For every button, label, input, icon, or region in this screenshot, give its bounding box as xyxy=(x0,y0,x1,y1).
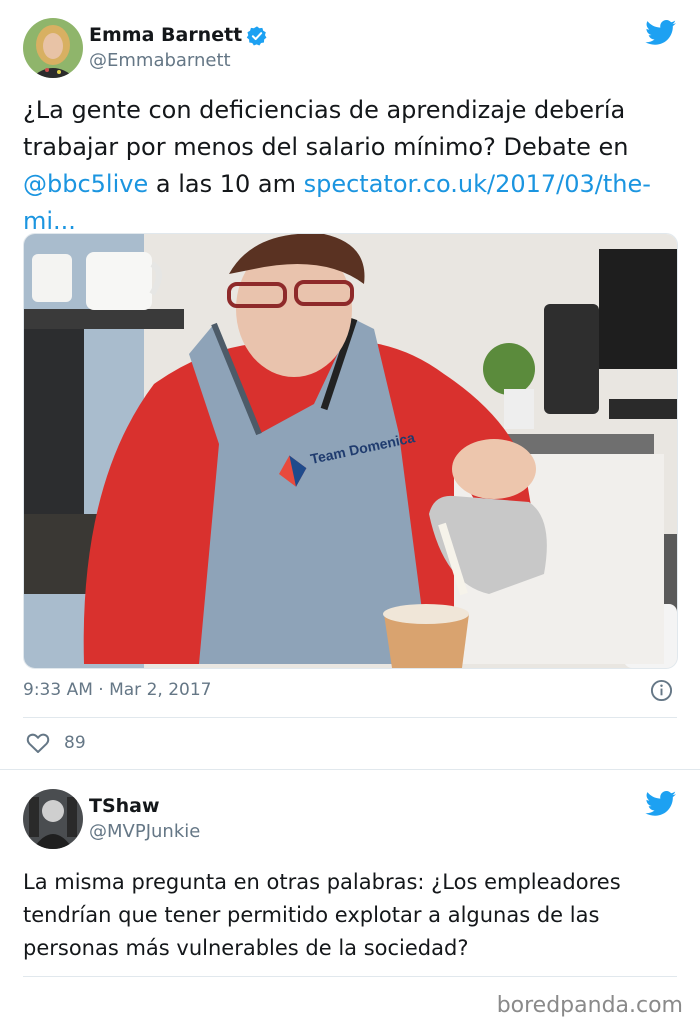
avatar[interactable] xyxy=(23,18,83,78)
verified-badge-icon xyxy=(246,25,268,47)
author-name[interactable]: TShaw xyxy=(89,795,160,817)
tweet-text-body: ¿La gente con deficiencias de aprendizaj… xyxy=(23,96,629,161)
author-handle[interactable]: @Emmabarnett xyxy=(89,50,231,71)
tweet-text: La misma pregunta en otras palabras: ¿Lo… xyxy=(23,870,621,960)
tweet-card: Emma Barnett @Emmabarnett ¿La gente con … xyxy=(0,0,700,770)
tweet-photo[interactable]: Team Domenica xyxy=(23,233,678,669)
tweet-text-body: a las 10 am xyxy=(148,170,304,198)
twitter-bird-icon[interactable] xyxy=(645,791,677,817)
like-count: 89 xyxy=(64,733,86,753)
author-name[interactable]: Emma Barnett xyxy=(89,24,242,46)
tweet-text: ¿La gente con deficiencias de aprendizaj… xyxy=(23,92,673,240)
divider xyxy=(23,717,677,718)
twitter-bird-icon[interactable] xyxy=(645,20,677,46)
heart-icon[interactable] xyxy=(26,732,50,754)
info-icon[interactable] xyxy=(650,679,673,702)
avatar[interactable] xyxy=(23,789,83,849)
tweet-timestamp[interactable]: 9:33 AM · Mar 2, 2017 xyxy=(23,680,211,700)
author-handle[interactable]: @MVPJunkie xyxy=(89,821,200,842)
divider xyxy=(23,976,677,977)
watermark[interactable]: boredpanda.com xyxy=(497,993,683,1018)
tweet-card: TShaw @MVPJunkie La misma pregunta en ot… xyxy=(0,771,700,986)
mention-link[interactable]: @bbc5live xyxy=(23,170,148,198)
like-action[interactable]: 89 xyxy=(26,732,86,754)
